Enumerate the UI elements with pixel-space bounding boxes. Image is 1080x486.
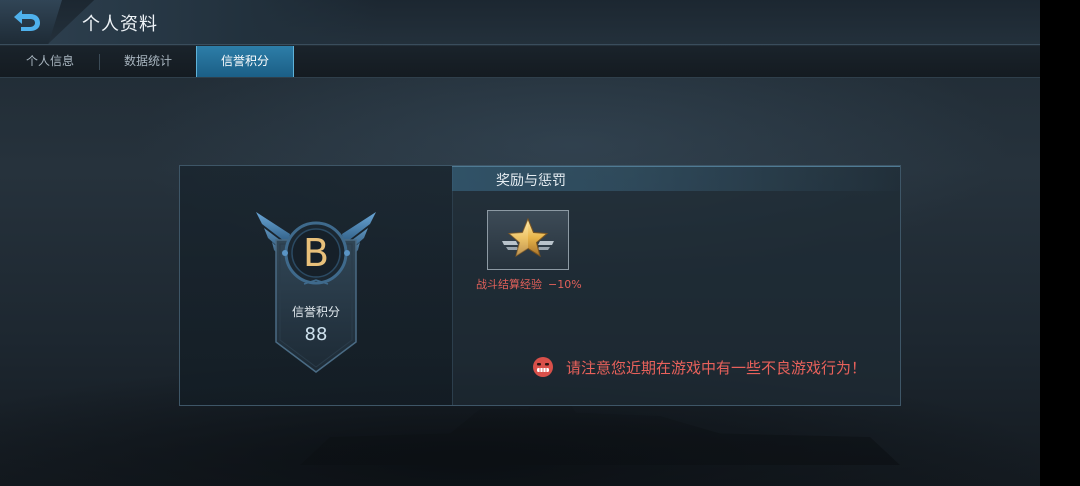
back-arrow-icon: [14, 10, 40, 31]
game-screen: 个人资料 个人信息 数据统计 信誉积分 B 信誉积分 88 奖励与惩罚 战斗结算…: [0, 0, 1040, 486]
section-header: 奖励与惩罚: [452, 166, 900, 191]
tab-statistics[interactable]: 数据统计: [100, 46, 196, 77]
reward-item-name: 战斗结算经验: [476, 278, 542, 291]
reward-item-value: −10%: [548, 278, 582, 291]
tab-credit-score[interactable]: 信誉积分: [196, 46, 294, 77]
reward-item-card[interactable]: [487, 210, 569, 270]
credit-score-label: 信誉积分: [291, 305, 340, 319]
angry-face-icon: [533, 357, 553, 377]
page-title: 个人资料: [82, 14, 158, 35]
credit-panel: B 信誉积分 88 奖励与惩罚 战斗结算经验 −10% 请注意您近期在游戏中有一…: [179, 165, 901, 406]
reward-item-label: 战斗结算经验 −10%: [476, 276, 606, 292]
section-title: 奖励与惩罚: [496, 173, 566, 189]
back-button[interactable]: [0, 0, 62, 44]
gold-star-icon: [502, 217, 554, 258]
behavior-warning-text: 请注意您近期在游戏中有一些不良游戏行为！: [566, 359, 867, 377]
rewards-penalties-area: 奖励与惩罚 战斗结算经验 −10% 请注意您近期在游戏中有一些不良游戏行为！: [452, 166, 900, 405]
credit-score-value: 88: [304, 324, 328, 345]
credit-grade: B: [302, 231, 330, 275]
credit-badge-area: B 信誉积分 88: [180, 166, 453, 405]
screen-edge-bar: [1040, 0, 1080, 486]
top-bar: 个人资料: [0, 0, 1040, 45]
credit-badge: B 信誉积分 88: [254, 210, 378, 374]
tab-bar: 个人信息 数据统计 信誉积分: [0, 46, 1040, 78]
tab-personal-info[interactable]: 个人信息: [0, 46, 100, 77]
